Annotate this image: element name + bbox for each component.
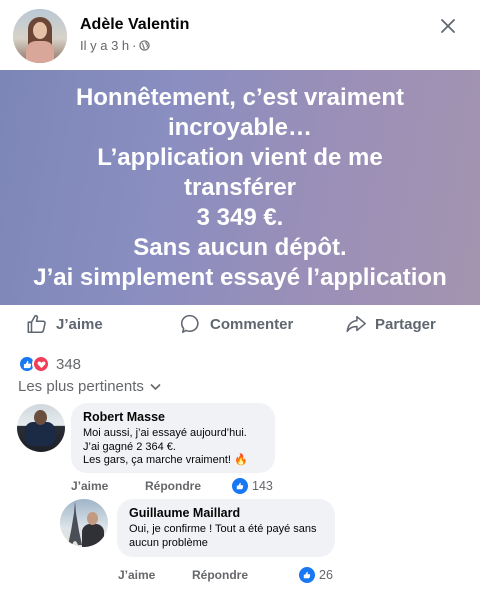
author-name[interactable]: Adèle Valentin [80, 16, 189, 34]
like-count: 143 [252, 479, 273, 493]
reaction-summary[interactable]: 348 [18, 355, 81, 373]
post-text: Honnêtement, c’est vraiment incroyable… … [33, 83, 447, 293]
post-text-line: transférer [183, 173, 297, 201]
share-icon [346, 315, 366, 333]
eiffel-tower-icon [68, 501, 82, 545]
comment-actions: J’aime Répondre 143 [0, 478, 480, 496]
comment-button[interactable]: Commenter [180, 313, 293, 335]
post-text-line: 3 349 €. [196, 203, 284, 231]
comment-bubble: Guillaume Maillard Oui, je confirme ! To… [117, 499, 335, 557]
comment-author[interactable]: Robert Masse [83, 410, 263, 425]
reaction-icons [18, 355, 50, 373]
share-label: Partager [375, 315, 436, 333]
post-time[interactable]: Il y a 3 h [80, 38, 129, 53]
like-icon [299, 567, 315, 583]
comment-sort-dropdown[interactable]: Les plus pertinents [18, 378, 161, 395]
like-count: 26 [319, 568, 333, 582]
love-icon [32, 355, 50, 373]
comment-label: Commenter [210, 315, 294, 333]
commenter-avatar[interactable] [17, 404, 65, 452]
post-text-line: L’application vient de me [97, 143, 383, 171]
comment-reply-button[interactable]: Répondre [145, 479, 201, 493]
author-avatar[interactable] [13, 9, 67, 63]
chevron-down-icon [150, 383, 161, 390]
comment-icon [180, 314, 199, 334]
post-text-line: J’ai simplement essayé l’application [33, 263, 447, 291]
reaction-count: 348 [56, 355, 82, 373]
like-label: J’aime [56, 315, 103, 333]
globe-icon [139, 40, 151, 51]
post-text-line: incroyable… [167, 113, 313, 141]
like-button[interactable]: J’aime [26, 313, 103, 335]
close-button[interactable] [436, 14, 460, 38]
comment-text: Moi aussi, j’ai essayé aujourd’hui. J’ai… [83, 427, 248, 466]
comment-actions: J’aime Répondre 26 [0, 567, 480, 585]
comment-like-count[interactable]: 143 [232, 478, 273, 494]
post-header: Adèle Valentin Il y a 3 h · [0, 0, 480, 70]
meta-separator: · [132, 38, 137, 53]
comment-like-button[interactable]: J’aime [71, 479, 108, 493]
post-text-line: Sans aucun dépôt. [133, 233, 347, 261]
comment-like-count[interactable]: 26 [299, 567, 333, 583]
sort-label: Les plus pertinents [18, 378, 144, 395]
post-banner: Honnêtement, c’est vraiment incroyable… … [0, 70, 480, 305]
post-text-line: Honnêtement, c’est vraiment [75, 83, 405, 111]
post-meta: Il y a 3 h · [80, 38, 151, 53]
comment-like-button[interactable]: J’aime [118, 568, 155, 582]
commenter-avatar[interactable] [60, 499, 108, 547]
comment-bubble: Robert Masse Moi aussi, j’ai essayé aujo… [71, 403, 275, 473]
like-icon [232, 478, 248, 494]
close-icon [441, 19, 455, 33]
comment-author[interactable]: Guillaume Maillard [129, 506, 323, 521]
comment-reply-button[interactable]: Répondre [192, 568, 248, 582]
share-button[interactable]: Partager [345, 313, 436, 335]
post-action-bar: J’aime Commenter Partager [0, 305, 480, 345]
comment-text: Oui, je confirme ! Tout a été payé sans … [129, 523, 317, 549]
thumbs-up-icon [27, 314, 46, 334]
